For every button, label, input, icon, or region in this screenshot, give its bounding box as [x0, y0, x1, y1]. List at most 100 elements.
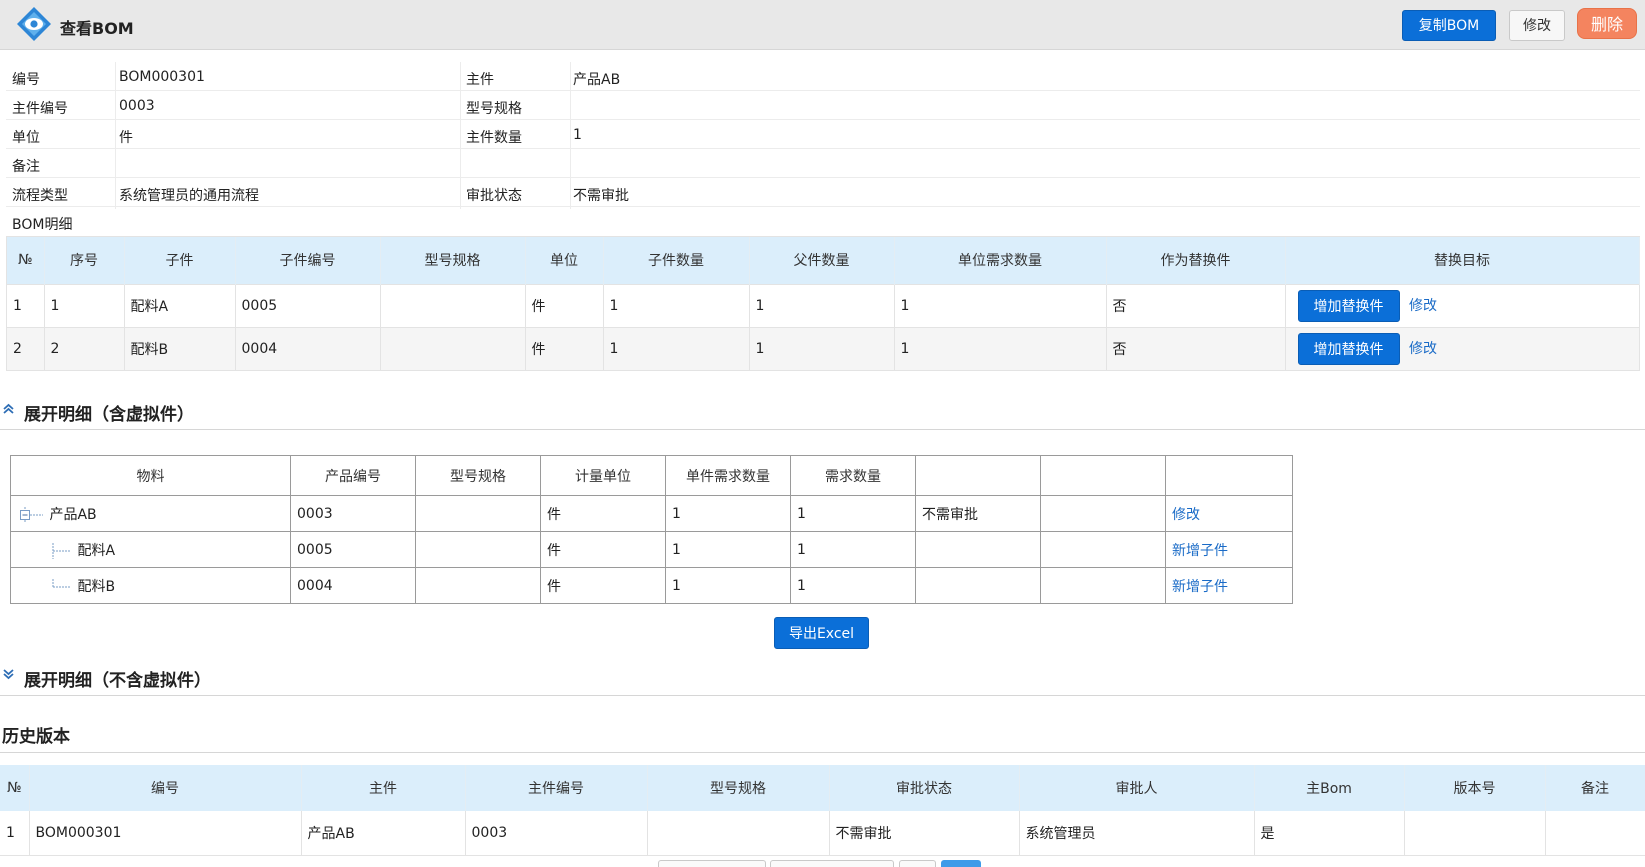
spec-cell	[647, 811, 830, 856]
main-value: 产品AB	[573, 72, 621, 88]
column-header[interactable]: 单位	[525, 237, 604, 284]
part-cell: 配料B	[124, 326, 236, 370]
approval-label: 审批状态	[466, 188, 522, 204]
need-cell: 1	[790, 567, 916, 604]
spec-cell	[415, 567, 541, 604]
spec-cell	[380, 283, 526, 327]
tree-node-cell: 产品AB	[10, 495, 291, 532]
column-header[interactable]: 审批人	[1019, 765, 1255, 811]
main-qty-label: 主件数量	[466, 130, 522, 146]
code-label: 编号	[12, 72, 40, 88]
column-header: 型号规格	[415, 455, 541, 496]
status-cell: 不需审批	[829, 811, 1020, 856]
add-substitute-button[interactable]: 增加替换件	[1297, 289, 1400, 322]
bom-detail-label: BOM明细	[12, 217, 73, 233]
action-cell: 增加替换件 修改	[1285, 326, 1640, 370]
unit-cell: 件	[525, 326, 604, 370]
pager-page-button[interactable]	[899, 860, 936, 867]
column-header[interactable]: 主件编号	[465, 765, 648, 811]
column-header: 计量单位	[540, 455, 666, 496]
qty-cell: 1	[603, 326, 750, 370]
column-header[interactable]: №	[7, 237, 45, 284]
column-header[interactable]: 审批状态	[829, 765, 1020, 811]
pager-current-page[interactable]	[941, 860, 981, 867]
pager-first-button[interactable]	[658, 860, 766, 867]
edit-link[interactable]: 修改	[1172, 507, 1200, 523]
tree-connector-icon	[52, 542, 71, 559]
column-header[interactable]: 型号规格	[380, 237, 526, 284]
edit-link[interactable]: 修改	[1409, 298, 1437, 314]
edit-link[interactable]: 修改	[1409, 341, 1437, 357]
unit-cell: 件	[540, 495, 666, 532]
collapse-chevron-up-icon[interactable]	[2, 402, 15, 415]
flow-label: 流程类型	[12, 188, 68, 204]
code-cell: 0003	[290, 495, 416, 532]
copy-bom-button[interactable]: 复制BOM	[1402, 10, 1496, 41]
extra-cell	[1040, 495, 1166, 532]
extra-cell	[1040, 531, 1166, 568]
spec-label: 型号规格	[466, 101, 522, 117]
bom-detail-grid: № 序号 子件 子件编号 型号规格 单位 子件数量 父件数量 单位需求数量 作为…	[6, 236, 1640, 371]
tree-row: 配料A 0005 件 1 1 新增子件	[10, 531, 1293, 568]
unit-value: 件	[119, 130, 133, 146]
column-header[interactable]: 替换目标	[1285, 237, 1640, 284]
action-cell: 增加替换件 修改	[1285, 283, 1640, 327]
table-row[interactable]: 1 BOM000301 产品AB 0003 不需审批 系统管理员 是	[0, 811, 1645, 856]
column-header[interactable]: 子件编号	[235, 237, 381, 284]
column-header[interactable]: 单位需求数量	[894, 237, 1107, 284]
column-header[interactable]: 主件	[301, 765, 466, 811]
tree-collapse-icon[interactable]	[19, 506, 45, 523]
row-number: 1	[7, 283, 45, 327]
unit-need-cell: 1	[894, 283, 1107, 327]
row-number: 2	[7, 326, 45, 370]
table-header-row: 物料 产品编号 型号规格 计量单位 单件需求数量 需求数量	[10, 455, 1293, 496]
tree-row: 产品AB 0003 件 1 1 不需审批 修改	[10, 495, 1293, 532]
seq-cell: 2	[44, 326, 125, 370]
part-cell: 配料A	[124, 283, 236, 327]
is-substitute-cell: 否	[1106, 283, 1286, 327]
column-header: 需求数量	[790, 455, 916, 496]
column-header[interactable]: 备注	[1545, 765, 1645, 811]
bom-detail-table: № 序号 子件 子件编号 型号规格 单位 子件数量 父件数量 单位需求数量 作为…	[7, 237, 1640, 370]
remark-cell	[1545, 811, 1645, 856]
add-child-link[interactable]: 新增子件	[1172, 579, 1228, 595]
column-header[interactable]: 父件数量	[749, 237, 895, 284]
column-header[interactable]: 版本号	[1404, 765, 1546, 811]
info-row: 编号 BOM000301 主件 产品AB	[6, 62, 1640, 91]
column-header[interactable]: 型号规格	[647, 765, 830, 811]
main-code-value: 0003	[119, 98, 155, 114]
expand-without-virtual-header[interactable]: 展开明细（不含虚拟件）	[0, 656, 1645, 696]
column-header[interactable]: 子件	[124, 237, 236, 284]
pager-prev-button[interactable]	[770, 860, 894, 867]
column-header[interactable]: 编号	[29, 765, 302, 811]
spec-cell	[415, 531, 541, 568]
code-value: BOM000301	[119, 69, 205, 85]
action-cell: 修改	[1165, 495, 1293, 532]
tree-row: 配料B 0004 件 1 1 新增子件	[10, 567, 1293, 604]
column-header[interactable]: №	[0, 765, 30, 811]
add-substitute-button[interactable]: 增加替换件	[1297, 332, 1400, 365]
column-header[interactable]: 作为替换件	[1106, 237, 1286, 284]
is-main-cell: 是	[1254, 811, 1405, 856]
expand-tree-table: 物料 产品编号 型号规格 计量单位 单件需求数量 需求数量 产品AB 0003 …	[10, 455, 1293, 604]
column-header: 产品编号	[290, 455, 416, 496]
column-header[interactable]: 序号	[44, 237, 125, 284]
table-row[interactable]: 2 2 配料B 0004 件 1 1 1 否 增加替换件 修改	[7, 326, 1640, 370]
export-excel-button[interactable]: 导出Excel	[774, 617, 869, 649]
table-header-row: № 序号 子件 子件编号 型号规格 单位 子件数量 父件数量 单位需求数量 作为…	[7, 237, 1640, 284]
expand-chevron-down-icon[interactable]	[2, 668, 15, 681]
column-header[interactable]: 子件数量	[603, 237, 750, 284]
version-cell	[1404, 811, 1546, 856]
delete-button[interactable]: 删除	[1577, 8, 1637, 39]
add-child-link[interactable]: 新增子件	[1172, 543, 1228, 559]
is-substitute-cell: 否	[1106, 326, 1286, 370]
table-row[interactable]: 1 1 配料A 0005 件 1 1 1 否 增加替换件 修改	[7, 283, 1640, 327]
column-header	[1040, 455, 1166, 496]
column-header: 单件需求数量	[665, 455, 791, 496]
expand-with-virtual-header[interactable]: 展开明细（含虚拟件）	[0, 390, 1645, 430]
main-qty-value: 1	[573, 127, 582, 143]
flow-value: 系统管理员的通用流程	[119, 188, 259, 204]
section-title: 展开明细（含虚拟件）	[24, 405, 194, 425]
column-header[interactable]: 主Bom	[1254, 765, 1405, 811]
edit-button[interactable]: 修改	[1509, 10, 1565, 41]
